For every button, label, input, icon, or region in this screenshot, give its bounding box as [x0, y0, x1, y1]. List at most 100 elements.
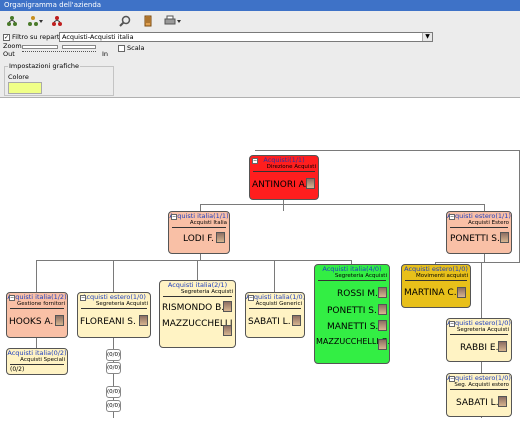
org-node-acquisti-generici[interactable]: − Acquisti italia(1/0) Acquisti Generici… — [245, 292, 305, 338]
collapse-icon[interactable]: − — [449, 376, 455, 382]
org-tree-icon[interactable] — [50, 13, 64, 29]
org-node-segreteria-acquisti[interactable]: − Acquisti estero(1/0) Segreteria Acquis… — [77, 292, 151, 338]
node-count: (0/0) — [107, 352, 121, 358]
filter-icon[interactable] — [141, 13, 155, 29]
node-dept: Acquisti estero(1/0) — [447, 374, 511, 382]
person-photo-icon — [378, 304, 387, 315]
person-photo-icon — [216, 232, 225, 243]
node-role: Acquisti Italia — [189, 220, 227, 226]
zoom-slider-left[interactable] — [22, 45, 58, 49]
node-person-name: MANETTI S. — [327, 322, 379, 332]
node-role: Seg. Acquisti estero — [454, 382, 509, 388]
collapse-icon[interactable]: − — [9, 295, 15, 301]
node-dept: Acquisti estero(1/0) — [404, 265, 468, 273]
org-chart-canvas: − Acquisti(1/1) Direzione Acquisti ANTIN… — [0, 98, 520, 422]
connector-line — [197, 260, 198, 280]
empty-node-count[interactable]: (0/0) — [106, 400, 121, 412]
collapse-icon[interactable]: − — [171, 214, 177, 220]
org-node-acquisti-italia[interactable]: − Acquisti italia(1/1) Acquisti Italia L… — [168, 211, 230, 254]
person-photo-icon — [378, 339, 387, 350]
node-dept: Acquisti italia(1/0) — [246, 293, 305, 301]
org-node-root[interactable]: − Acquisti(1/1) Direzione Acquisti ANTIN… — [249, 155, 319, 200]
print-icon[interactable] — [163, 13, 183, 29]
node-role: Direzione Acquisti — [266, 164, 316, 170]
connector-line — [283, 200, 284, 211]
collapse-icon[interactable]: − — [248, 295, 254, 301]
person-photo-icon — [306, 178, 315, 189]
person-photo-icon — [292, 315, 301, 326]
org-node-seg-acquisti-estero[interactable]: − Acquisti estero(1/0) Seg. Acquisti est… — [446, 373, 512, 417]
connector-line — [36, 260, 352, 261]
empty-node-count[interactable]: (0/0) — [106, 362, 121, 374]
collapse-icon[interactable]: − — [449, 321, 455, 327]
org-node-segreteria-acquisti-2[interactable]: Acquisti italia(2/1) Segreteria Acquisti… — [159, 280, 236, 348]
connector-line — [36, 260, 37, 292]
node-role: Gestione fornitori — [17, 301, 65, 307]
graphics-settings-label: Impostazioni grafiche — [8, 62, 81, 70]
org-menu-icon[interactable] — [26, 13, 44, 29]
zoom-label: Zoom — [3, 42, 22, 50]
node-dept: Acquisti italia(4/0) — [322, 265, 382, 273]
collapse-icon[interactable]: − — [252, 158, 258, 164]
empty-node-header[interactable]: (0/0) — [106, 349, 121, 361]
chevron-down-icon[interactable]: ▼ — [422, 33, 432, 41]
toolbar — [0, 11, 520, 31]
connector-line — [200, 204, 201, 211]
zoom-in-label: In — [102, 50, 109, 58]
connector-line — [36, 338, 37, 348]
org-node-acquisti-estero[interactable]: − Acquisti estero(1/1) Acquisti Estero P… — [446, 211, 512, 254]
node-person-name: SABATI L. — [456, 398, 499, 408]
node-role: Acquisti Generici — [255, 301, 302, 307]
connector-line — [435, 262, 520, 263]
connector-line — [484, 254, 485, 262]
node-person-name: FLOREANI S. — [80, 317, 136, 327]
node-dept: Acquisti(1/1) — [263, 156, 305, 164]
node-person-name: HOOKS A. — [9, 317, 54, 327]
node-person-name: PONETTI S. — [327, 306, 377, 316]
connector-line — [113, 260, 114, 292]
org-node-acquisti-speciali[interactable]: Acquisti italia(0/2) Acquisti Speciali (… — [6, 348, 68, 375]
color-label: Colore — [8, 73, 29, 81]
search-icon[interactable] — [118, 13, 132, 29]
filter-label: Filtro su reparto — [12, 33, 64, 41]
node-dept: Acquisti italia(1/1) — [169, 212, 229, 220]
node-dept: Acquisti estero(1/1) — [447, 212, 511, 220]
connector-line — [200, 204, 484, 205]
person-photo-icon — [498, 396, 507, 407]
collapse-icon[interactable]: − — [80, 295, 86, 301]
person-photo-icon — [500, 232, 509, 243]
node-role: Acquisti Speciali — [20, 357, 65, 363]
person-photo-icon — [378, 320, 387, 331]
node-role: Acquisti Estero — [468, 220, 509, 226]
node-role: Segreteria Acquisti — [95, 301, 148, 307]
filter-checkbox[interactable]: ✓ — [3, 34, 10, 41]
org-node-segreteria-acquisti-estero[interactable]: − Acquisti estero(1/0) Segreteria Acquis… — [446, 318, 512, 362]
org-node-gestione-fornitori[interactable]: − Acquisti italia(1/2) Gestione fornitor… — [6, 292, 68, 338]
scale-checkbox[interactable] — [118, 45, 125, 52]
color-swatch[interactable] — [8, 82, 42, 94]
node-dept: Acquisti italia(2/1) — [167, 281, 228, 289]
node-role: Segreteria Acquisti — [334, 273, 387, 279]
node-dept: Acquisti italia(0/2) — [7, 349, 67, 357]
department-select-value: Acquisti-Acquisti italia — [62, 33, 134, 41]
node-person-name: RISMONDO B. — [162, 303, 225, 313]
org-add-icon[interactable] — [5, 13, 19, 29]
node-count: (0/2) — [10, 366, 25, 373]
person-photo-icon — [378, 287, 387, 298]
org-node-segreteria-acquisti-green[interactable]: Acquisti italia(4/0) Segreteria Acquisti… — [314, 264, 390, 364]
zoom-out-label: Out — [3, 50, 15, 58]
node-person-name: LODI F. — [183, 234, 214, 244]
node-person-name: RABBI E. — [460, 343, 499, 353]
connector-line — [274, 260, 275, 292]
node-count: (0/0) — [107, 389, 121, 395]
department-select[interactable]: Acquisti-Acquisti italia ▼ — [59, 32, 433, 42]
org-node-movimenti-acquisti[interactable]: Acquisti estero(1/0) Movimenti acquisti … — [401, 264, 471, 308]
collapse-icon[interactable]: − — [449, 214, 455, 220]
empty-node-header[interactable]: (0/0) — [106, 386, 121, 398]
node-person-name: ROSSI M. — [337, 289, 378, 299]
connector-line — [484, 204, 485, 211]
scale-label: Scala — [127, 44, 145, 52]
node-person-name: PONETTI S. — [450, 234, 500, 244]
person-photo-icon — [498, 341, 507, 352]
zoom-slider-right[interactable] — [62, 45, 96, 49]
